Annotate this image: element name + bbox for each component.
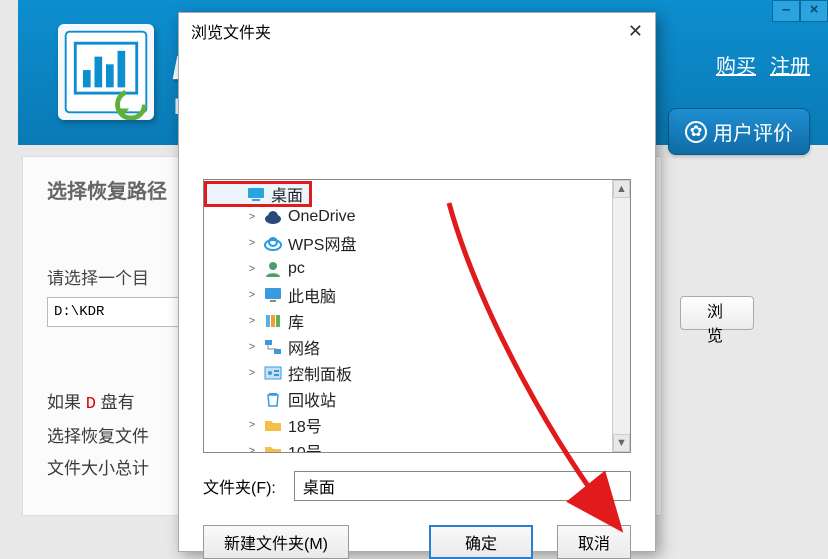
folder-icon: [264, 416, 282, 434]
tree-item-network[interactable]: > 网络: [204, 334, 630, 360]
buy-link[interactable]: 购买: [716, 50, 756, 79]
tree-item-label: 库: [288, 309, 304, 333]
expander-icon[interactable]: >: [246, 237, 258, 249]
tree-item-folder[interactable]: >10号: [204, 438, 630, 453]
window-controls: – ×: [772, 0, 828, 22]
tree-item-label: 网络: [288, 335, 320, 359]
desktop-icon: [247, 185, 265, 203]
tree-item-cloud-dark[interactable]: > OneDrive: [204, 204, 630, 230]
browse-folder-dialog: 浏览文件夹 ✕ 桌面>OneDrive>WPS网盘>pc>此电脑>库>网络>控制…: [178, 12, 656, 552]
feedback-button-label: 用户评价: [713, 117, 793, 146]
user-feedback-button[interactable]: ✿ 用户评价: [668, 108, 810, 155]
user-icon: [264, 260, 282, 278]
tree-item-label: 回收站: [288, 387, 336, 411]
folder-name-input[interactable]: [294, 471, 631, 501]
feedback-icon: ✿: [685, 121, 707, 143]
new-folder-button[interactable]: 新建文件夹(M): [203, 525, 349, 559]
expander-icon[interactable]: >: [246, 445, 258, 453]
folder-name-label: 文件夹(F):: [203, 474, 276, 498]
tree-item-label: 18号: [288, 413, 322, 437]
recycle-icon: [264, 390, 282, 408]
dialog-title: 浏览文件夹: [191, 19, 271, 43]
tree-item-user[interactable]: > pc: [204, 256, 630, 282]
scroll-up-icon[interactable]: ▲: [613, 180, 630, 198]
tree-item-recycle[interactable]: 回收站: [204, 386, 630, 412]
cloud-dark-icon: [264, 208, 282, 226]
tree-item-label: pc: [288, 260, 305, 278]
scroll-down-icon[interactable]: ▼: [613, 434, 630, 452]
expander-icon[interactable]: >: [246, 341, 258, 353]
tree-item-label: 控制面板: [288, 361, 352, 385]
tip1-prefix: 如果: [47, 393, 86, 412]
tree-item-cloud-blue[interactable]: > WPS网盘: [204, 230, 630, 256]
expander-icon[interactable]: >: [246, 315, 258, 327]
expander-icon[interactable]: >: [246, 367, 258, 379]
header-links: 购买 注册: [716, 50, 810, 79]
minimize-button[interactable]: –: [772, 0, 800, 22]
path-input[interactable]: [47, 297, 187, 327]
tree-item-desktop[interactable]: 桌面: [204, 181, 312, 207]
close-button[interactable]: ×: [800, 0, 828, 22]
ok-button[interactable]: 确定: [429, 525, 533, 559]
tip1-suffix: 盘有: [101, 393, 135, 412]
monitor-icon: [264, 286, 282, 304]
tree-item-label: 此电脑: [288, 283, 336, 307]
folder-icon: [264, 442, 282, 453]
tree-item-label: 10号: [288, 439, 322, 453]
close-icon[interactable]: ✕: [628, 21, 643, 42]
control-icon: [264, 364, 282, 382]
expander-icon[interactable]: >: [246, 263, 258, 275]
expander-icon[interactable]: >: [246, 211, 258, 223]
expander-icon[interactable]: >: [246, 289, 258, 301]
browse-button[interactable]: 浏 览: [680, 296, 754, 330]
tree-item-label: OneDrive: [288, 208, 356, 226]
folder-tree[interactable]: 桌面>OneDrive>WPS网盘>pc>此电脑>库>网络>控制面板回收站>18…: [203, 179, 631, 453]
tree-item-label: WPS网盘: [288, 231, 356, 255]
tree-item-control[interactable]: > 控制面板: [204, 360, 630, 386]
tree-item-folder[interactable]: >18号: [204, 412, 630, 438]
tip1-drive-letter: D: [86, 395, 96, 414]
library-icon: [264, 312, 282, 330]
tree-item-library[interactable]: >库: [204, 308, 630, 334]
cancel-button[interactable]: 取消: [557, 525, 631, 559]
cloud-blue-icon: [264, 234, 282, 252]
scrollbar[interactable]: ▲ ▼: [612, 180, 630, 452]
app-logo: [58, 24, 154, 120]
network-icon: [264, 338, 282, 356]
tree-item-monitor[interactable]: > 此电脑: [204, 282, 630, 308]
register-link[interactable]: 注册: [770, 50, 810, 79]
tree-item-label: 桌面: [271, 182, 303, 206]
expander-icon[interactable]: >: [246, 419, 258, 431]
